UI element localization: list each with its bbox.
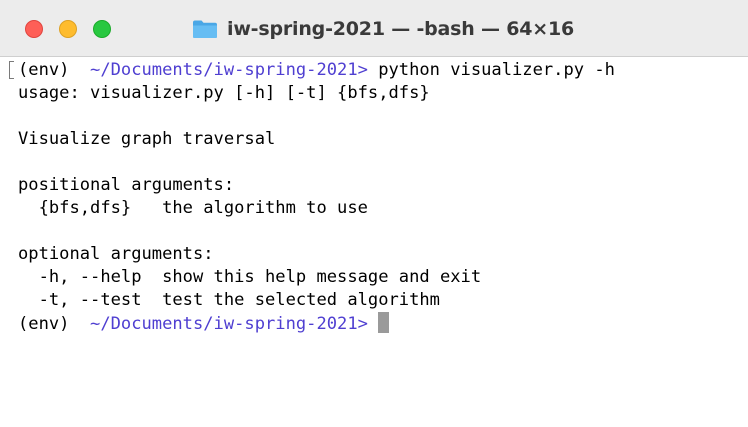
terminal-line: Visualize graph traversal	[18, 129, 276, 149]
prompt-mark-bracket	[9, 61, 14, 79]
terminal-window: iw-spring-2021 — -bash — 64×16 (env) ~/D…	[0, 0, 748, 427]
terminal-content[interactable]: (env) ~/Documents/iw-spring-2021> python…	[0, 57, 748, 427]
terminal-line: -h, --help show this help message and ex…	[18, 267, 482, 287]
command-text: python visualizer.py -h	[367, 60, 615, 80]
prompt-env: (env)	[18, 314, 91, 334]
terminal-line: {bfs,dfs} the algorithm to use	[18, 198, 368, 218]
prompt-env: (env)	[18, 60, 91, 80]
terminal-line: -t, --test test the selected algorithm	[18, 290, 440, 310]
terminal-line: optional arguments:	[18, 244, 214, 264]
terminal-line: (env) ~/Documents/iw-spring-2021> python…	[18, 59, 615, 82]
prompt-path: ~/Documents/iw-spring-2021>	[90, 314, 368, 334]
command-text	[368, 314, 378, 334]
minimize-button[interactable]	[59, 20, 77, 38]
prompt-path: ~/Documents/iw-spring-2021>	[90, 60, 368, 80]
terminal-line: (env) ~/Documents/iw-spring-2021>	[18, 312, 390, 336]
close-button[interactable]	[25, 20, 43, 38]
zoom-button[interactable]	[93, 20, 111, 38]
terminal-line: usage: visualizer.py [-h] [-t] {bfs,dfs}	[18, 83, 430, 103]
terminal-line: positional arguments:	[18, 175, 235, 195]
window-title: iw-spring-2021 — -bash — 64×16	[192, 15, 574, 43]
text-cursor	[378, 312, 390, 333]
window-title-text: iw-spring-2021 — -bash — 64×16	[227, 18, 575, 40]
title-bar[interactable]: iw-spring-2021 — -bash — 64×16	[0, 0, 748, 57]
folder-icon	[193, 20, 217, 38]
